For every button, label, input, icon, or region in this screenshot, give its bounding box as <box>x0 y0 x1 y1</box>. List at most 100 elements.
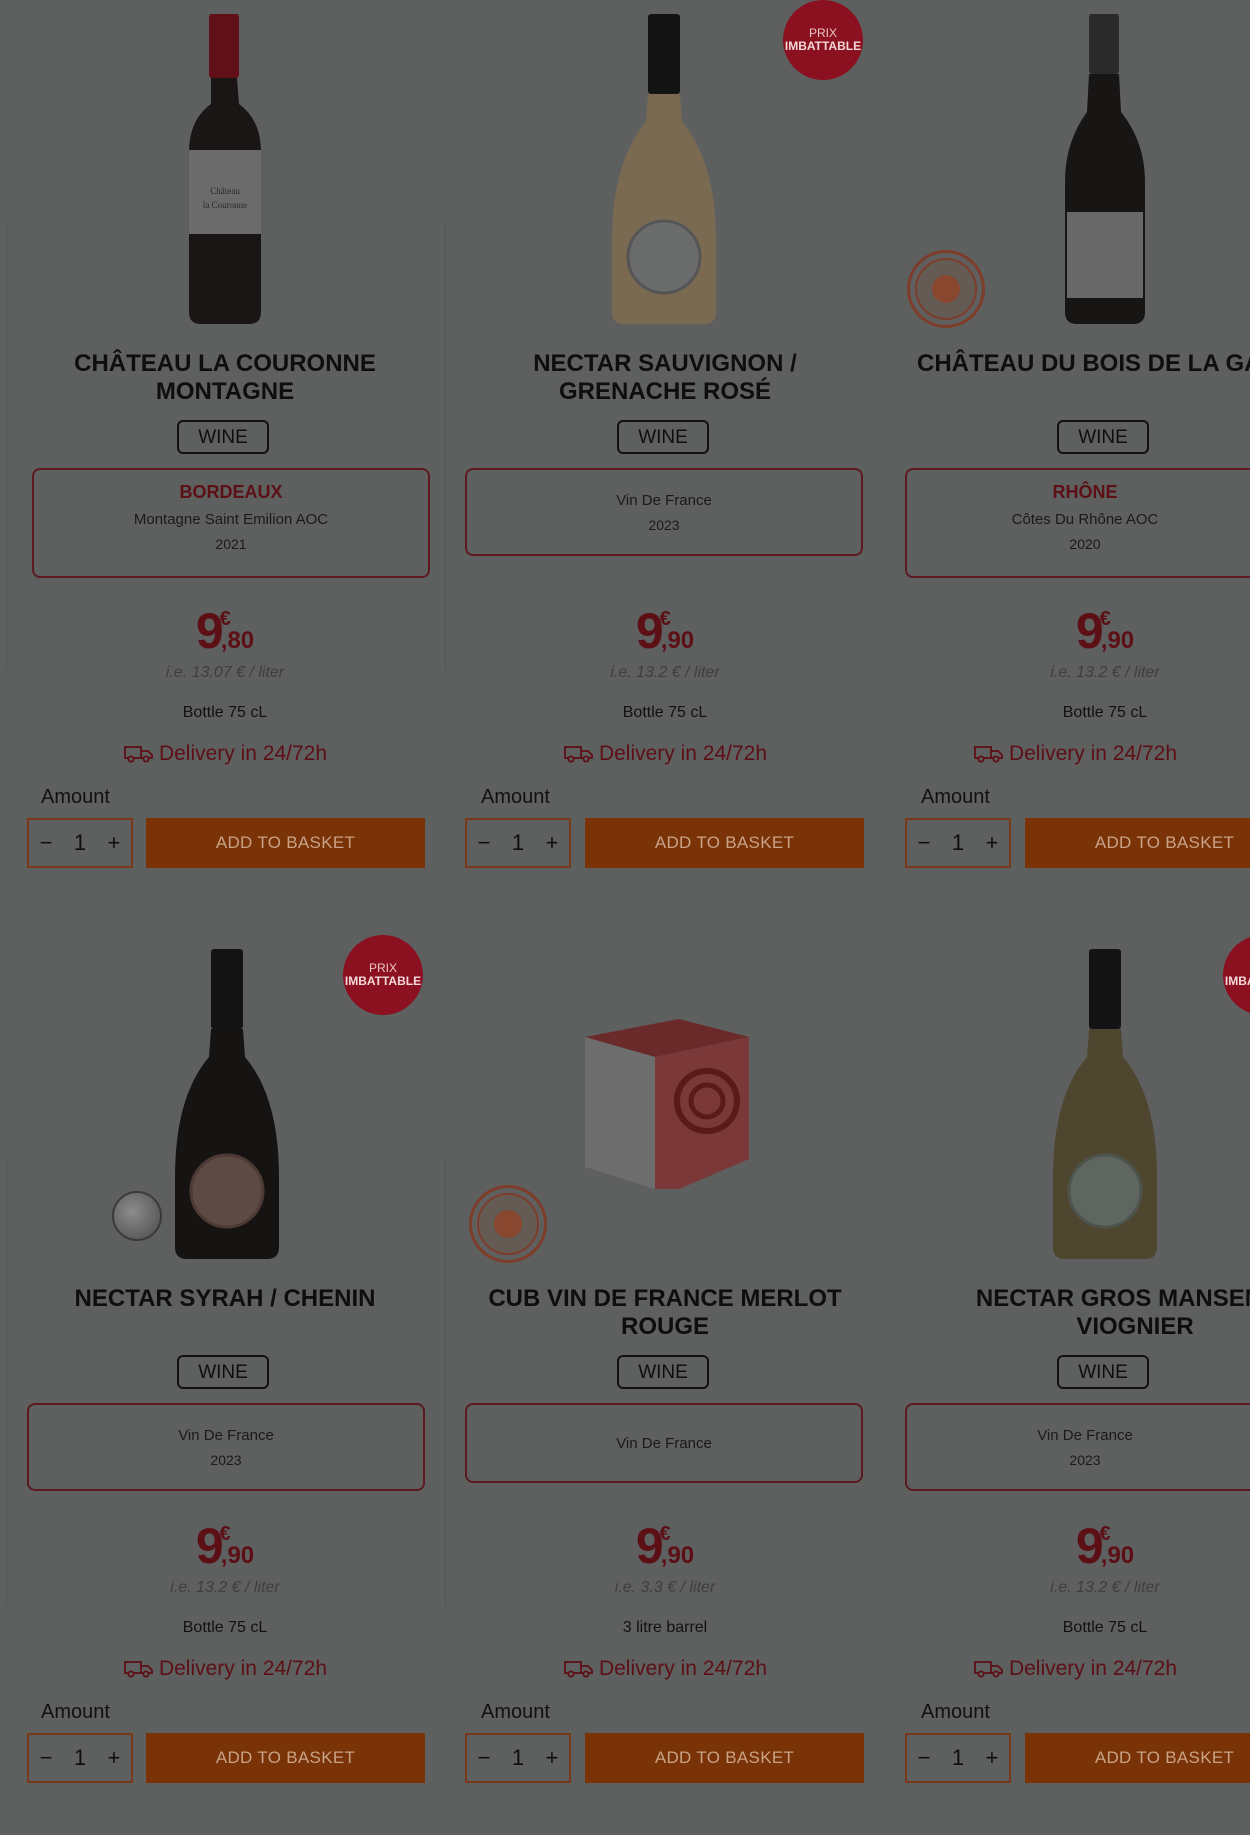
red-wine-bottle-image <box>175 949 279 1259</box>
quantity-value[interactable]: 1 <box>952 1745 964 1771</box>
price-per-liter: i.e. 13.2 € / liter <box>170 1579 280 1596</box>
price: 9€,90 <box>195 1518 255 1574</box>
price: 9€,90 <box>1075 1518 1135 1574</box>
product-image[interactable] <box>885 0 1250 340</box>
increase-button[interactable]: + <box>545 830 558 856</box>
product-title[interactable]: CHÂTEAU DU BOIS DE LA GAR <box>917 350 1250 378</box>
product-card: PRIXIMBATTABLE NECTAR GROS MANSENG / VIO… <box>885 935 1250 1835</box>
origin-box: Vin De France <box>465 1403 863 1483</box>
amount-label: Amount <box>481 786 550 808</box>
award-seal-icon <box>907 250 985 328</box>
category-tag: WINE <box>617 420 709 454</box>
increase-button[interactable]: + <box>985 830 998 856</box>
vintage-label: 2023 <box>1069 1452 1101 1468</box>
delivery-info: Delivery in 24/72h <box>905 742 1245 766</box>
product-title[interactable]: NECTAR GROS MANSENG / VIOGNIER <box>925 1285 1250 1341</box>
appellation-label: Côtes Du Rhône AOC <box>1011 511 1159 528</box>
bottle-size: 3 litre barrel <box>622 1619 708 1636</box>
quantity-value[interactable]: 1 <box>512 1745 524 1771</box>
red-wine-bottle-image <box>1065 14 1145 324</box>
product-title[interactable]: CUB VIN DE FRANCE MERLOT ROUGE <box>465 1285 865 1341</box>
product-card: CUB VIN DE FRANCE MERLOT ROUGE WINE Vin … <box>445 935 885 1835</box>
bottle-size: Bottle 75 cL <box>1062 704 1148 721</box>
category-tag: WINE <box>1057 1355 1149 1389</box>
amount-label: Amount <box>921 786 990 808</box>
increase-button[interactable]: + <box>107 1745 120 1771</box>
price: 9€,90 <box>635 1518 695 1574</box>
price: 9€,80 <box>195 603 255 659</box>
price: 9€,90 <box>1075 603 1135 659</box>
decrease-button[interactable]: − <box>40 1745 53 1771</box>
category-tag: WINE <box>1057 420 1149 454</box>
appellation-label: Montagne Saint Emilion AOC <box>133 511 329 528</box>
vintage-label: 2021 <box>215 536 247 552</box>
delivery-truck-icon <box>124 746 153 763</box>
quantity-stepper: − 1 + <box>465 818 571 868</box>
increase-button[interactable]: + <box>545 1745 558 1771</box>
bottle-size: Bottle 75 cL <box>1062 1619 1148 1636</box>
decrease-button[interactable]: − <box>918 830 931 856</box>
delivery-truck-icon <box>564 746 593 763</box>
delivery-truck-icon <box>974 1661 1003 1678</box>
bottle-size: Bottle 75 cL <box>182 704 268 721</box>
product-title[interactable]: CHÂTEAU LA COURONNE MONTAGNE <box>25 350 425 406</box>
product-card: Château la Couronne CHÂTEAU LA COURONNE … <box>5 0 445 900</box>
quantity-value[interactable]: 1 <box>952 830 964 856</box>
price-per-liter: i.e. 13.2 € / liter <box>1050 1579 1160 1596</box>
medal-icon <box>112 1191 162 1241</box>
category-tag: WINE <box>617 1355 709 1389</box>
svg-text:la Couronne: la Couronne <box>203 200 247 210</box>
vintage-label: 2023 <box>210 1452 242 1468</box>
delivery-info: Delivery in 24/72h <box>495 1657 835 1681</box>
price: 9€,90 <box>635 603 695 659</box>
origin-box: Vin De France 2023 <box>905 1403 1250 1491</box>
origin-box: Vin De France 2023 <box>27 1403 425 1491</box>
price-per-liter: i.e. 13.07 € / liter <box>165 664 285 681</box>
quantity-value[interactable]: 1 <box>74 1745 86 1771</box>
quantity-stepper: − 1 + <box>27 818 133 868</box>
delivery-truck-icon <box>974 746 1003 763</box>
appellation-label: Vin De France <box>616 1435 712 1452</box>
region-label: BORDEAUX <box>179 482 283 502</box>
appellation-label: Vin De France <box>178 1427 274 1444</box>
product-image[interactable] <box>885 935 1250 1275</box>
delivery-info: Delivery in 24/72h <box>55 1657 395 1681</box>
amount-label: Amount <box>41 786 110 808</box>
add-to-basket-button[interactable]: ADD TO BASKET <box>1025 818 1250 868</box>
wine-box-image <box>585 1019 749 1189</box>
add-to-basket-button[interactable]: ADD TO BASKET <box>585 818 864 868</box>
quantity-value[interactable]: 1 <box>512 830 524 856</box>
amount-label: Amount <box>921 1701 990 1723</box>
product-title[interactable]: NECTAR SYRAH / CHENIN <box>25 1285 425 1313</box>
delivery-info: Delivery in 24/72h <box>55 742 395 766</box>
price-per-liter: i.e. 13.2 € / liter <box>610 664 720 681</box>
quantity-stepper: − 1 + <box>905 818 1011 868</box>
product-card: CHÂTEAU DU BOIS DE LA GAR WINE RHÔNE Côt… <box>885 0 1250 900</box>
svg-text:Château: Château <box>210 186 240 196</box>
product-image[interactable] <box>445 935 885 1275</box>
rose-wine-bottle-image <box>612 14 716 324</box>
decrease-button[interactable]: − <box>918 1745 931 1771</box>
decrease-button[interactable]: − <box>478 1745 491 1771</box>
delivery-info: Delivery in 24/72h <box>495 742 835 766</box>
decrease-button[interactable]: − <box>478 830 491 856</box>
delivery-truck-icon <box>564 1661 593 1678</box>
bottle-size: Bottle 75 cL <box>182 1619 268 1636</box>
prix-imbattable-badge: PRIXIMBATTABLE <box>783 0 863 80</box>
product-title[interactable]: NECTAR SAUVIGNON / GRENACHE ROSÉ <box>465 350 865 406</box>
appellation-label: Vin De France <box>616 492 712 509</box>
increase-button[interactable]: + <box>107 830 120 856</box>
decrease-button[interactable]: − <box>40 830 53 856</box>
product-grid: Château la Couronne CHÂTEAU LA COURONNE … <box>0 0 1250 1783</box>
add-to-basket-button[interactable]: ADD TO BASKET <box>146 818 425 868</box>
bottle-size: Bottle 75 cL <box>622 704 708 721</box>
product-image[interactable]: Château la Couronne <box>5 0 445 340</box>
white-wine-bottle-image <box>1053 949 1157 1259</box>
increase-button[interactable]: + <box>985 1745 998 1771</box>
quantity-value[interactable]: 1 <box>74 830 86 856</box>
amount-label: Amount <box>481 1701 550 1723</box>
red-wine-bottle-image: Château la Couronne <box>189 14 261 324</box>
price-per-liter: i.e. 3.3 € / liter <box>614 1579 716 1596</box>
region-label: RHÔNE <box>1052 482 1118 502</box>
origin-box: BORDEAUX Montagne Saint Emilion AOC 2021 <box>32 468 430 578</box>
